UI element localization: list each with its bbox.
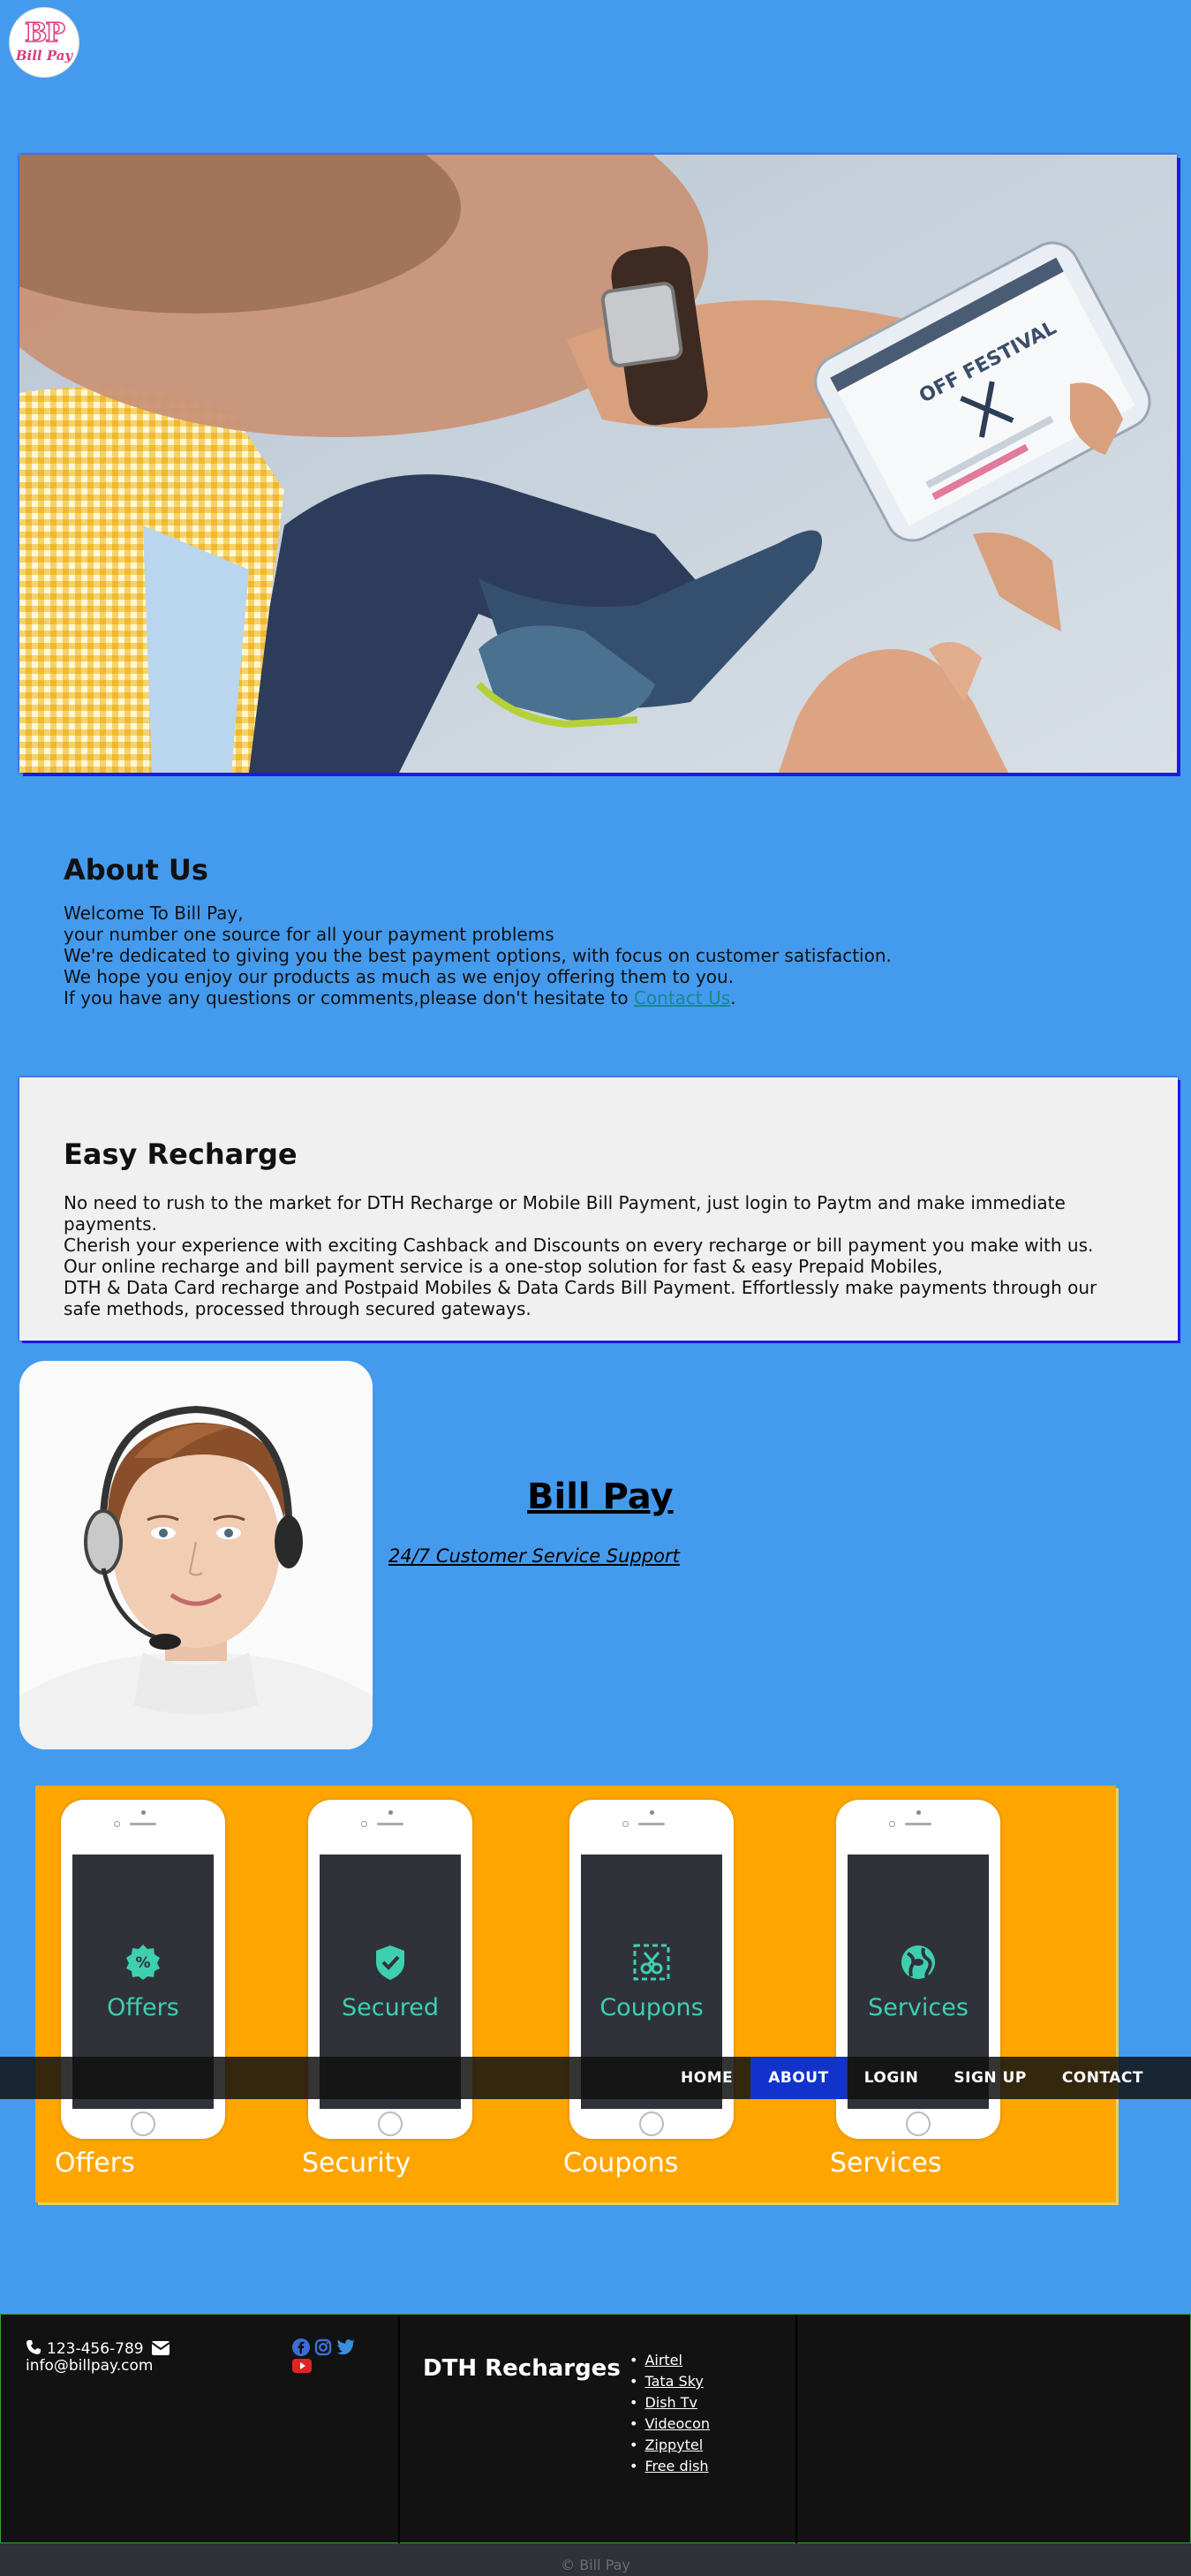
nav-home[interactable]: HOME <box>663 2057 750 2099</box>
list-item: Zippytel <box>629 2435 710 2456</box>
copyright: © Bill Pay <box>0 2543 1191 2576</box>
security-caption: Security <box>302 2148 411 2179</box>
facebook-icon[interactable] <box>292 2338 310 2356</box>
about-section: About Us Welcome To Bill Pay, your numbe… <box>64 853 1123 1008</box>
phone-home-button <box>639 2111 664 2136</box>
phone-home-button <box>131 2111 155 2136</box>
phone-camera <box>388 1810 393 1815</box>
phone-camera <box>141 1810 146 1815</box>
about-period: . <box>730 987 736 1008</box>
svg-text:%: % <box>135 1954 150 1972</box>
dth-link-dish-tv[interactable]: Dish Tv <box>644 2394 697 2411</box>
recharge-line: No need to rush to the market for DTH Re… <box>64 1192 1066 1235</box>
site-footer: 123-456-789 info@billpay.com DTH Recharg… <box>0 2314 1191 2544</box>
phone-home-button <box>378 2111 403 2136</box>
scissors-coupon-icon <box>633 1944 670 1980</box>
logo-letters: BP <box>24 18 65 49</box>
hero-image: OFF FESTIVAL <box>19 155 1177 773</box>
bill-pay-logo[interactable]: BP Bill Pay <box>9 7 79 78</box>
support-subtitle: 24/7 Customer Service Support <box>388 1545 680 1567</box>
social-links <box>292 2338 356 2373</box>
twitter-icon[interactable] <box>336 2338 356 2356</box>
phone-screen-label: Services <box>868 1993 969 2021</box>
list-item: Videocon <box>629 2414 710 2435</box>
list-item: Tata Sky <box>629 2371 710 2392</box>
offers-caption: Offers <box>55 2148 135 2179</box>
footer-phone-row: 123-456-789 <box>26 2339 170 2358</box>
footer-phone: 123-456-789 <box>47 2340 144 2358</box>
shield-check-icon <box>376 1945 404 1980</box>
phone-screen-label: Secured <box>342 1993 439 2021</box>
phone-sensor <box>361 1821 367 1827</box>
dth-link-tata-sky[interactable]: Tata Sky <box>644 2373 703 2390</box>
nav-login[interactable]: LOGIN <box>847 2057 937 2099</box>
dth-link-videocon[interactable]: Videocon <box>644 2415 710 2432</box>
about-line: If you have any questions or comments,pl… <box>64 987 634 1008</box>
nav-about[interactable]: ABOUT <box>750 2057 847 2099</box>
youtube-icon[interactable] <box>292 2359 312 2373</box>
phone-sensor <box>889 1821 895 1827</box>
phone-sensor <box>622 1821 629 1827</box>
recharge-line: Cherish your experience with exciting Ca… <box>64 1235 1094 1256</box>
percent-badge-icon: % <box>126 1944 160 1980</box>
footer-contact-column: 123-456-789 info@billpay.com <box>1 2315 400 2544</box>
dth-link-airtel[interactable]: Airtel <box>644 2352 682 2368</box>
phone-speaker <box>905 1823 931 1825</box>
customer-support-image <box>19 1361 373 1749</box>
recharge-line: Our online recharge and bill payment ser… <box>64 1256 943 1277</box>
phone-icon <box>26 2340 41 2354</box>
nav-sign-up[interactable]: SIGN UP <box>936 2057 1044 2099</box>
phone-speaker <box>377 1823 403 1825</box>
about-heading: About Us <box>64 853 208 887</box>
dth-link-zippytel[interactable]: Zippytel <box>644 2436 703 2453</box>
footer-empty-column <box>797 2315 1191 2544</box>
envelope-icon <box>151 2341 170 2355</box>
contact-us-link[interactable]: Contact Us <box>634 987 730 1008</box>
services-caption: Services <box>830 2148 942 2179</box>
about-line: your number one source for all your paym… <box>64 924 554 945</box>
coupons-caption: Coupons <box>563 2148 679 2179</box>
phone-home-button <box>906 2111 931 2136</box>
phone-sensor <box>114 1821 120 1827</box>
phone-speaker <box>638 1823 665 1825</box>
about-line: We're dedicated to giving you the best p… <box>64 945 892 966</box>
globe-icon <box>901 1945 935 1979</box>
logo-text: Bill Pay <box>15 48 73 64</box>
list-item: Free dish <box>629 2456 710 2477</box>
dth-links-list: Airtel Tata Sky Dish Tv Videocon Zippyte… <box>629 2350 710 2477</box>
recharge-line: DTH & Data Card recharge and Postpaid Mo… <box>64 1277 1097 1319</box>
services-section: % Offers Secured Coupons Services Offers… <box>35 1786 1116 2202</box>
about-line: We hope you enjoy our products as much a… <box>64 966 735 987</box>
main-navbar: HOME ABOUT LOGIN SIGN UP CONTACT <box>0 2057 1191 2099</box>
phone-camera <box>650 1810 654 1815</box>
list-item: Dish Tv <box>629 2392 710 2414</box>
list-item: Airtel <box>629 2350 710 2371</box>
phone-speaker <box>130 1823 156 1825</box>
dth-link-free-dish[interactable]: Free dish <box>644 2458 708 2474</box>
recharge-heading: Easy Recharge <box>64 1137 298 1171</box>
instagram-icon[interactable] <box>314 2338 332 2356</box>
phone-camera <box>916 1810 921 1815</box>
dth-title: DTH Recharges <box>423 2355 621 2382</box>
footer-dth-column: DTH Recharges Airtel Tata Sky Dish Tv Vi… <box>400 2315 797 2544</box>
phone-screen-label: Coupons <box>599 1993 704 2021</box>
about-line: Welcome To Bill Pay, <box>64 903 244 924</box>
easy-recharge-section: Easy Recharge No need to rush to the mar… <box>19 1077 1178 1341</box>
nav-contact[interactable]: CONTACT <box>1044 2057 1161 2099</box>
footer-email[interactable]: info@billpay.com <box>26 2357 153 2375</box>
support-title: Bill Pay <box>527 1477 674 1517</box>
phone-screen-label: Offers <box>107 1993 179 2021</box>
